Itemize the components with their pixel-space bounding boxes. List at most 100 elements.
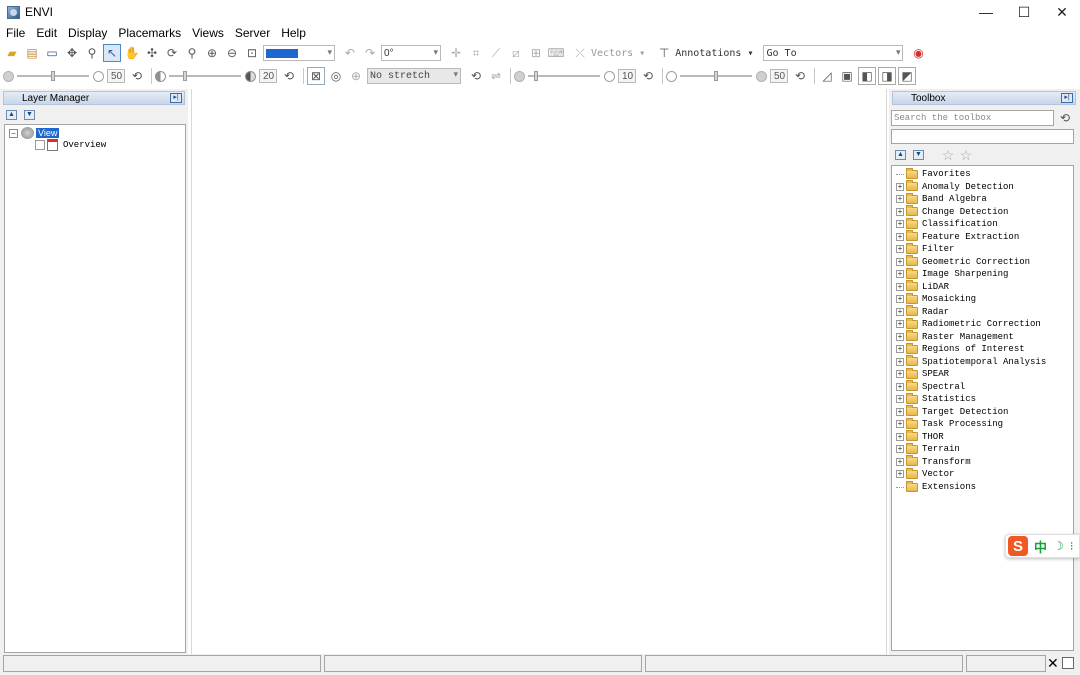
reset-brightness-icon[interactable]: ⟲ bbox=[128, 67, 146, 85]
expand-icon[interactable]: + bbox=[896, 257, 904, 266]
vectors-icon[interactable]: ⤫ bbox=[571, 44, 589, 62]
expand-icon[interactable]: + bbox=[896, 220, 904, 228]
contrast-slider[interactable] bbox=[169, 68, 241, 84]
ime-moon-icon[interactable]: ☽ bbox=[1053, 539, 1064, 553]
zoom-out-icon[interactable]: ⊖ bbox=[223, 44, 241, 62]
ime-toolbar[interactable]: S 中 ☽ ⁝ bbox=[1005, 534, 1080, 558]
reset-sharpen-icon[interactable]: ⟲ bbox=[639, 67, 657, 85]
expand-icon[interactable]: + bbox=[896, 245, 904, 253]
sharpen-slider[interactable] bbox=[528, 68, 600, 84]
stretch-layers-icon[interactable]: ◎ bbox=[327, 67, 345, 85]
refresh-icon[interactable]: ⟲ bbox=[1056, 109, 1074, 127]
expand-icon[interactable]: + bbox=[896, 195, 904, 203]
crosshair-icon[interactable]: ✛ bbox=[447, 44, 465, 62]
profile-icon[interactable]: ⧄ bbox=[507, 44, 525, 62]
menu-help[interactable]: Help bbox=[277, 26, 310, 40]
collapse-all-icon[interactable]: ▲ bbox=[895, 150, 906, 160]
tree-row-view[interactable]: − View bbox=[9, 127, 60, 139]
expand-icon[interactable]: + bbox=[896, 320, 904, 328]
expand-icon[interactable]: + bbox=[896, 332, 904, 341]
pixel-locator-icon[interactable]: ⌗ bbox=[467, 44, 485, 62]
contrast-thumb[interactable] bbox=[183, 71, 187, 81]
toolbox-folder[interactable]: + Classification bbox=[896, 217, 998, 230]
image-view-icon[interactable]: ▣ bbox=[838, 67, 856, 85]
measure-icon[interactable]: ⟋ bbox=[487, 44, 505, 62]
expand-icon[interactable]: + bbox=[896, 457, 904, 466]
expand-icon[interactable]: + bbox=[896, 182, 904, 191]
flicker-icon[interactable]: ◩ bbox=[898, 67, 916, 85]
annotations-icon[interactable]: ⊤ bbox=[655, 44, 673, 62]
sharpen-value[interactable]: 10 bbox=[618, 69, 636, 83]
expand-icon[interactable]: + bbox=[896, 432, 904, 441]
expand-icon[interactable]: + bbox=[896, 407, 904, 416]
toolbox-folder[interactable]: + SPEAR bbox=[896, 367, 949, 380]
toolbox-folder[interactable]: + Filter bbox=[896, 242, 954, 255]
toolbox-folder[interactable]: + Band Algebra bbox=[896, 192, 987, 205]
close-window-button[interactable]: ✕ bbox=[1042, 0, 1080, 24]
rotate-left-icon[interactable]: ↶ bbox=[341, 44, 359, 62]
brightness-thumb[interactable] bbox=[51, 71, 55, 81]
reset-contrast-icon[interactable]: ⟲ bbox=[280, 67, 298, 85]
hand-pan-icon[interactable]: ✋ bbox=[123, 44, 141, 62]
toolbox-folder[interactable]: + Image Sharpening bbox=[896, 267, 1008, 280]
menu-server[interactable]: Server bbox=[231, 26, 274, 40]
expand-icon[interactable]: + bbox=[896, 307, 904, 316]
toolbox-extensions[interactable]: Extensions bbox=[896, 480, 976, 493]
data-manager-icon[interactable]: ▤ bbox=[23, 44, 41, 62]
stretch-adjust-icon[interactable]: ⇌ bbox=[487, 67, 505, 85]
overview-checkbox[interactable] bbox=[35, 140, 45, 150]
collapse-toggle-icon[interactable]: − bbox=[9, 128, 18, 138]
menu-placemarks[interactable]: Placemarks bbox=[114, 26, 185, 40]
menu-views[interactable]: Views bbox=[188, 26, 228, 40]
remove-favorite-icon[interactable]: ☆ bbox=[957, 146, 975, 164]
sharpen-thumb[interactable] bbox=[534, 71, 538, 81]
expand-icon[interactable]: + bbox=[896, 207, 904, 216]
expand-icon[interactable]: + bbox=[896, 395, 904, 403]
dock-pin-icon[interactable]: ▸| bbox=[170, 93, 182, 103]
histogram-icon[interactable]: ◿ bbox=[818, 67, 836, 85]
toolbox-folder[interactable]: + Vector bbox=[896, 467, 954, 480]
zoom-in-icon[interactable]: ⊕ bbox=[203, 44, 221, 62]
expand-icon[interactable]: + bbox=[896, 345, 904, 353]
toolbox-folder[interactable]: + Anomaly Detection bbox=[896, 180, 1014, 193]
monitor-icon[interactable]: ▭ bbox=[43, 44, 61, 62]
menu-display[interactable]: Display bbox=[64, 26, 111, 40]
rotate-right-icon[interactable]: ↷ bbox=[361, 44, 379, 62]
toolbox-path-field[interactable] bbox=[891, 129, 1074, 144]
toolbox-folder[interactable]: + Raster Management bbox=[896, 330, 1014, 343]
toolbox-folder[interactable]: + Target Detection bbox=[896, 405, 1008, 418]
annotations-dropdown[interactable]: Annotations ▾ bbox=[675, 48, 753, 59]
expand-all-icon[interactable]: ▼ bbox=[913, 150, 924, 160]
contrast-value[interactable]: 20 bbox=[259, 69, 277, 83]
collapse-all-icon[interactable]: ▲ bbox=[6, 110, 17, 120]
expand-icon[interactable]: + bbox=[896, 382, 904, 391]
map-pin-icon[interactable]: ◉ bbox=[909, 44, 927, 62]
rotate-icon[interactable]: ⟳ bbox=[163, 44, 181, 62]
expand-icon[interactable]: + bbox=[896, 370, 904, 378]
expand-all-icon[interactable]: ▼ bbox=[24, 110, 35, 120]
toolbox-folder[interactable]: + Change Detection bbox=[896, 205, 1008, 218]
expand-icon[interactable]: + bbox=[896, 282, 904, 291]
toolbox-folder[interactable]: + Regions of Interest bbox=[896, 342, 1025, 355]
toolbox-folder[interactable]: + Terrain bbox=[896, 442, 960, 455]
toolbox-folder[interactable]: + Spectral bbox=[896, 380, 965, 393]
add-favorite-icon[interactable]: ☆ bbox=[939, 146, 957, 164]
toolbox-folder[interactable]: + LiDAR bbox=[896, 280, 949, 293]
brightness-slider[interactable] bbox=[17, 68, 89, 84]
transparency-slider[interactable] bbox=[680, 68, 752, 84]
keyboard-icon[interactable]: ⌨ bbox=[547, 44, 565, 62]
toolbox-folder[interactable]: + Transform bbox=[896, 455, 971, 468]
view-label[interactable]: View bbox=[36, 128, 60, 138]
toolbox-folder[interactable]: + Mosaicking bbox=[896, 292, 976, 305]
ime-language-toggle[interactable]: 中 bbox=[1034, 537, 1047, 556]
stretch-extent-icon[interactable]: ⊠ bbox=[307, 67, 325, 85]
fly-icon[interactable]: ✣ bbox=[143, 44, 161, 62]
portal-icon[interactable]: ◧ bbox=[858, 67, 876, 85]
toolbox-folder[interactable]: + Radar bbox=[896, 305, 949, 318]
toolbox-favorites[interactable]: Favorites bbox=[896, 167, 971, 180]
rotation-combo[interactable]: 0° ▾ bbox=[381, 45, 441, 61]
expand-icon[interactable]: + bbox=[896, 420, 904, 428]
toolbox-search-input[interactable]: Search the toolbox bbox=[891, 110, 1054, 126]
tree-row-overview[interactable]: Overview bbox=[35, 139, 106, 151]
goto-combo[interactable]: Go To ▾ bbox=[763, 45, 904, 61]
